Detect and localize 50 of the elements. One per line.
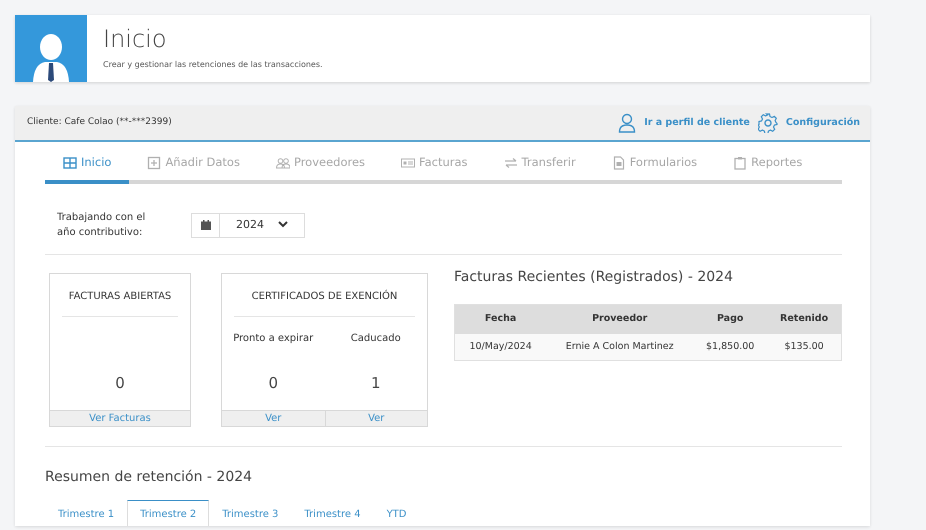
- plus-square-icon: [147, 156, 162, 170]
- table-cell: $1,850.00: [693, 334, 768, 360]
- client-label: Cliente: Cafe Colao (**-***2399): [27, 116, 172, 130]
- user-icon: [618, 113, 636, 133]
- document-icon: [612, 156, 626, 170]
- table-cell: Ernie A Colon Martinez: [546, 334, 694, 360]
- stat-label: Pronto a expirar: [232, 332, 314, 346]
- column-header: Fecha: [454, 304, 546, 334]
- page-title: Inicio: [103, 26, 168, 50]
- stat-value: 1: [370, 372, 382, 394]
- nav-tab[interactable]: Inicio: [45, 146, 130, 180]
- column-header: Proveedor: [546, 304, 694, 334]
- users-icon: [276, 156, 290, 170]
- stat-value: 0: [114, 372, 126, 394]
- nav-tab[interactable]: Proveedores: [258, 146, 384, 180]
- stat-value: 0: [267, 372, 280, 394]
- profile-link[interactable]: Ir a perfil de cliente: [618, 113, 750, 133]
- nav-tab[interactable]: Formularios: [594, 146, 716, 180]
- nav-tab[interactable]: Transferir: [486, 146, 594, 180]
- summary-tab[interactable]: Trimestre 2: [127, 500, 210, 526]
- view-link[interactable]: Ver: [324, 410, 427, 426]
- summary-tab[interactable]: Trimestre 4: [291, 500, 374, 526]
- view-link[interactable]: Ver Facturas: [50, 410, 190, 426]
- table-icon: [63, 156, 77, 170]
- settings-link[interactable]: Configuración: [758, 113, 860, 133]
- bill-icon: [401, 156, 416, 170]
- column-header: Retenido: [767, 304, 842, 334]
- column-header: Pago: [693, 304, 768, 334]
- section-title: Facturas Recientes (Registrados) - 2024: [454, 268, 734, 288]
- nav-tab[interactable]: Añadir Datos: [129, 146, 258, 180]
- clipboard-icon: [733, 156, 748, 170]
- transfer-icon: [504, 156, 518, 170]
- calendar-icon: [200, 220, 210, 230]
- page-subtitle: Crear y gestionar las retenciones de las transacciones.: [103, 58, 323, 70]
- section-title: Resumen de retención - 2024: [45, 468, 254, 488]
- summary-tab[interactable]: Trimestre 1: [45, 500, 128, 526]
- summary-tab[interactable]: YTD: [374, 500, 420, 526]
- table-cell: 10/May/2024: [454, 334, 546, 360]
- tax-year-label: Trabajando con el año contributivo:: [57, 211, 146, 240]
- stat-title: FACTURAS ABIERTAS: [68, 290, 172, 304]
- view-link[interactable]: Ver: [222, 410, 324, 426]
- stat-label: Caducado: [350, 332, 402, 346]
- year-select[interactable]: 2024: [191, 212, 305, 238]
- table-cell: $135.00: [767, 334, 842, 360]
- nav-tab[interactable]: Reportes: [715, 146, 820, 180]
- chevron-icon: [278, 221, 288, 228]
- nav-tab[interactable]: Facturas: [383, 146, 486, 180]
- settings-icon: [758, 113, 778, 133]
- stat-title: CERTIFICADOS DE EXENCIÓN: [250, 288, 398, 304]
- summary-tab[interactable]: Trimestre 3: [209, 500, 292, 526]
